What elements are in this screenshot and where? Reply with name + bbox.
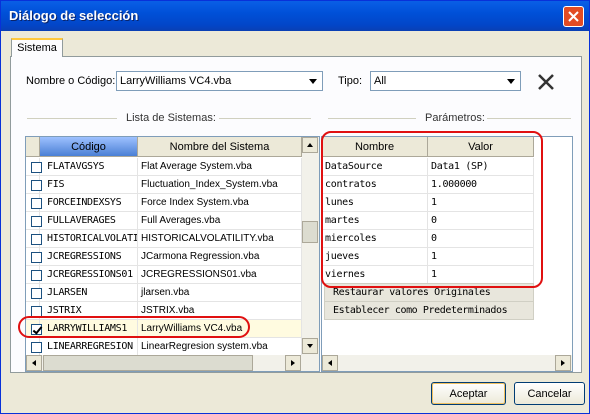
col-nombre-header[interactable]: Nombre del Sistema [138, 137, 302, 157]
tipo-value: All [374, 75, 387, 87]
nombre-value: LarryWilliams VC4.vba [120, 75, 232, 87]
chevron-down-icon[interactable] [503, 73, 519, 89]
dialog-window: Diálogo de selección Sistema Nombre o Có… [0, 0, 590, 414]
params-title: Parámetros: [425, 112, 485, 124]
scroll-up-button[interactable] [302, 137, 318, 153]
system-checkbox[interactable] [31, 342, 42, 353]
systems-vscroll[interactable] [302, 137, 319, 355]
title-bar: Diálogo de selección [1, 1, 589, 31]
system-checkbox[interactable] [31, 288, 42, 299]
close-icon [538, 74, 554, 90]
hscroll-thumb[interactable] [43, 355, 253, 371]
system-nombre: HISTORICALVOLATILITY.vba [138, 230, 302, 248]
system-nombre: JCREGRESSIONS01.vba [138, 266, 302, 284]
nombre-label: Nombre o Código: [26, 75, 116, 87]
system-codigo: JCREGRESSIONS [44, 248, 138, 266]
scroll-right-button[interactable] [285, 355, 301, 371]
tab-sistema-label: Sistema [17, 42, 57, 54]
ok-button[interactable]: Aceptar [431, 382, 506, 405]
system-checkbox[interactable] [31, 252, 42, 263]
ok-label: Aceptar [449, 388, 488, 400]
set-default-button[interactable]: Establecer como Predeterminados [324, 301, 534, 320]
table-row[interactable]: LINEARREGRESION LinearRegresion system.vb… [26, 338, 302, 356]
params-hscroll[interactable] [322, 355, 572, 371]
systems-title: Lista de Sistemas: [126, 112, 216, 124]
clear-filter-button[interactable] [537, 73, 555, 91]
close-icon [568, 11, 579, 22]
scroll-right-button[interactable] [555, 355, 571, 371]
system-nombre: JCarmona Regression.vba [138, 248, 302, 266]
params-highlight [321, 131, 543, 288]
system-codigo: FIS [44, 176, 138, 194]
table-row[interactable]: FULLAVERAGES Full Averages.vba [26, 212, 302, 230]
scroll-left-button[interactable] [26, 355, 42, 371]
chevron-down-icon[interactable] [305, 73, 321, 89]
restore-label: Restaurar valores Originales [333, 287, 491, 298]
system-codigo: FLATAVGSYS [44, 158, 138, 176]
close-button[interactable] [563, 6, 584, 27]
systems-hscroll[interactable] [26, 355, 319, 371]
system-nombre: LinearRegresion system.vba [138, 338, 302, 356]
cancel-label: Cancelar [527, 388, 572, 400]
system-codigo: JLARSEN [44, 284, 138, 302]
tipo-label: Tipo: [338, 75, 363, 87]
tipo-combo[interactable]: All [370, 71, 521, 91]
table-row[interactable]: JLARSEN jlarsen.vba [26, 284, 302, 302]
scroll-thumb[interactable] [302, 221, 318, 243]
system-nombre: Full Averages.vba [138, 212, 302, 230]
system-checkbox[interactable] [31, 198, 42, 209]
col-nombre-label: Nombre del Sistema [169, 141, 270, 153]
col-codigo-header[interactable]: Código [40, 137, 138, 157]
chevron-down-icon [307, 344, 313, 348]
scroll-left-button[interactable] [322, 355, 338, 371]
tab-sistema[interactable]: Sistema [11, 38, 63, 57]
table-row[interactable]: FORCEINDEXSYS Force Index System.vba [26, 194, 302, 212]
chevron-right-icon [561, 360, 565, 366]
system-codigo: HISTORICALVOLATI [44, 230, 138, 248]
system-codigo: JCREGRESSIONS01 [44, 266, 138, 284]
nombre-combo[interactable]: LarryWilliams VC4.vba [116, 71, 323, 91]
system-nombre: Fluctuation_Index_System.vba [138, 176, 302, 194]
table-row[interactable]: JCREGRESSIONS JCarmona Regression.vba [26, 248, 302, 266]
system-checkbox[interactable] [31, 180, 42, 191]
system-nombre: jlarsen.vba [138, 284, 302, 302]
set-default-label: Establecer como Predeterminados [333, 305, 508, 316]
scroll-down-button[interactable] [302, 338, 318, 354]
table-row[interactable]: HISTORICALVOLATI HISTORICALVOLATILITY.vba [26, 230, 302, 248]
grid-corner [26, 137, 40, 157]
chevron-left-icon [328, 360, 332, 366]
chevron-left-icon [32, 360, 36, 366]
system-checkbox[interactable] [31, 162, 42, 173]
system-codigo: LINEARREGRESION [44, 338, 138, 356]
selected-row-highlight [18, 316, 250, 338]
separator [219, 118, 311, 119]
separator [328, 118, 416, 119]
col-codigo-label: Código [71, 141, 106, 153]
system-checkbox[interactable] [31, 216, 42, 227]
system-checkbox[interactable] [31, 234, 42, 245]
system-nombre: Force Index System.vba [138, 194, 302, 212]
system-checkbox[interactable] [31, 270, 42, 281]
cancel-button[interactable]: Cancelar [514, 382, 585, 405]
system-nombre: Flat Average System.vba [138, 158, 302, 176]
separator [487, 118, 571, 119]
table-row[interactable]: FIS Fluctuation_Index_System.vba [26, 176, 302, 194]
system-codigo: FORCEINDEXSYS [44, 194, 138, 212]
window-title: Diálogo de selección [9, 8, 139, 23]
table-row[interactable]: FLATAVGSYS Flat Average System.vba [26, 158, 302, 176]
separator [27, 118, 117, 119]
table-row[interactable]: JCREGRESSIONS01 JCREGRESSIONS01.vba [26, 266, 302, 284]
system-codigo: FULLAVERAGES [44, 212, 138, 230]
chevron-right-icon [291, 360, 295, 366]
chevron-up-icon [307, 143, 313, 147]
